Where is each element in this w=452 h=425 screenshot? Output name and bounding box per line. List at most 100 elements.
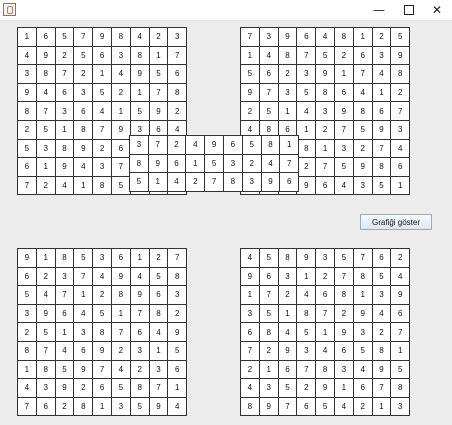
bottom-left-grid-cell: 7: [110, 322, 131, 342]
top-left-grid-cell: 8: [167, 82, 188, 103]
bottom-right-grid-cell: 8: [296, 303, 317, 324]
bottom-right-grid-cell: 8: [352, 266, 373, 287]
top-left-grid-cell: 2: [148, 27, 169, 47]
bottom-right-grid-cell: 6: [315, 285, 335, 305]
bottom-left-grid-cell: 6: [54, 303, 75, 324]
bottom-left-grid-cell: 8: [35, 359, 56, 380]
top-right-grid-cell: 1: [352, 27, 373, 47]
bottom-left-grid-cell: 5: [148, 266, 169, 287]
bottom-left-grid-cell: 6: [17, 266, 37, 287]
top-left-grid-cell: 1: [73, 175, 94, 196]
top-left-grid-cell: 6: [92, 45, 112, 66]
bottom-left-grid-cell: 3: [129, 340, 150, 361]
top-left-grid-cell: 6: [110, 138, 131, 159]
bottom-right-grid-cell: 4: [390, 266, 411, 287]
top-right-grid-cell: 1: [240, 45, 260, 66]
top-right-grid-cell: 9: [333, 101, 354, 121]
bottom-left-grid-cell: 8: [17, 340, 37, 361]
bottom-left-grid-cell: 6: [148, 285, 169, 305]
center-grid-cell: 7: [204, 172, 224, 192]
bottom-left-grid-cell: 2: [129, 359, 150, 380]
top-right-grid-cell: 4: [315, 27, 335, 47]
bottom-left-grid-cell: 7: [54, 285, 75, 305]
bottom-left-grid-cell: 2: [92, 285, 112, 305]
top-left-grid-cell: 7: [148, 82, 169, 103]
top-right-grid-cell: 4: [352, 82, 373, 103]
bottom-left-grid-cell: 2: [110, 340, 131, 361]
top-right-grid-cell: 8: [296, 138, 317, 159]
bottom-left-grid-cell: 3: [73, 322, 94, 342]
bottom-right-grid-cell: 4: [240, 378, 260, 398]
top-left-grid-cell: 9: [92, 27, 112, 47]
top-right-grid-cell: 2: [371, 27, 392, 47]
top-right-grid-cell: 2: [352, 138, 373, 159]
top-left-grid-cell: 7: [17, 175, 37, 196]
bottom-left-grid-cell: 4: [148, 322, 169, 342]
center-grid-cell: 9: [147, 153, 168, 174]
top-left-grid-row: 492563817: [17, 45, 188, 66]
bottom-left-grid-cell: 5: [129, 396, 150, 417]
java-icon: [3, 3, 16, 16]
top-left-grid-cell: 4: [35, 82, 56, 103]
bottom-right-grid-cell: 2: [296, 378, 317, 398]
bottom-right-grid-cell: 7: [240, 340, 260, 361]
bottom-right-grid-cell: 3: [371, 285, 392, 305]
top-left-grid-cell: 7: [92, 119, 112, 140]
bottom-right-grid-cell: 2: [390, 248, 411, 268]
close-button[interactable]: ✕: [422, 0, 452, 20]
top-right-grid-cell: 3: [258, 27, 279, 47]
bottom-right-grid-cell: 4: [333, 396, 354, 417]
top-left-grid-cell: 1: [148, 45, 169, 66]
bottom-right-grid-cell: 3: [258, 378, 279, 398]
top-right-grid-cell: 4: [390, 138, 411, 159]
bottom-left-grid-cell: 2: [73, 378, 94, 398]
bottom-left-grid: 9185361276237494585471289633964517822513…: [17, 248, 188, 417]
bottom-left-grid-cell: 8: [92, 322, 112, 342]
center-grid-cell: 5: [241, 135, 262, 155]
bottom-right-grid-row: 897654213: [240, 396, 411, 417]
center-grid-cell: 8: [222, 172, 243, 192]
top-right-grid-cell: 4: [258, 45, 279, 66]
top-left-grid-cell: 9: [54, 157, 75, 177]
top-left-grid-cell: 5: [35, 119, 56, 140]
center-grid-cell: 9: [204, 135, 224, 155]
minimize-button[interactable]: —: [364, 0, 394, 20]
bottom-left-grid-cell: 7: [17, 396, 37, 417]
top-left-grid-cell: 8: [92, 175, 112, 196]
bottom-left-grid-cell: 4: [17, 378, 37, 398]
bottom-right-grid-cell: 9: [390, 285, 411, 305]
bottom-left-grid-row: 396451782: [17, 303, 188, 324]
top-left-grid-cell: 2: [73, 64, 94, 84]
bottom-left-grid-cell: 2: [35, 266, 56, 287]
top-left-grid-cell: 1: [35, 157, 56, 177]
bottom-left-grid-cell: 3: [54, 266, 75, 287]
bottom-left-grid-cell: 4: [35, 285, 56, 305]
top-left-grid-cell: 1: [54, 119, 75, 140]
show-graph-button[interactable]: Grafiği göster: [360, 214, 432, 230]
content-panel: 1657984234925638173872149569463521788736…: [0, 21, 452, 425]
top-right-grid-cell: 3: [390, 119, 411, 140]
bottom-right-grid-cell: 8: [390, 378, 411, 398]
bottom-right-grid-cell: 2: [333, 303, 354, 324]
bottom-right-grid-cell: 4: [352, 359, 373, 380]
top-right-grid-cell: 3: [333, 138, 354, 159]
bottom-left-grid-cell: 3: [167, 285, 188, 305]
title-bar: — ✕: [0, 0, 452, 21]
bottom-left-grid-cell: 3: [17, 303, 37, 324]
bottom-left-grid-cell: 1: [167, 378, 188, 398]
center-grid-row: 896153247: [129, 153, 300, 174]
bottom-left-grid-row: 874692315: [17, 340, 188, 361]
center-grid: 372496581896153247514278396: [129, 135, 300, 192]
top-right-grid-cell: 5: [333, 157, 354, 177]
top-left-grid-cell: 3: [92, 157, 112, 177]
top-left-grid-cell: 7: [110, 157, 131, 177]
bottom-left-grid-cell: 9: [17, 248, 37, 268]
center-grid-cell: 3: [129, 135, 149, 155]
bottom-right-grid-cell: 1: [258, 359, 279, 380]
bottom-right-grid-cell: 8: [371, 340, 392, 361]
center-grid-cell: 2: [241, 153, 262, 174]
bottom-left-grid-cell: 9: [35, 303, 56, 324]
maximize-button[interactable]: [394, 0, 424, 20]
top-right-grid-row: 562391748: [240, 64, 411, 84]
top-right-grid-cell: 4: [371, 64, 392, 84]
